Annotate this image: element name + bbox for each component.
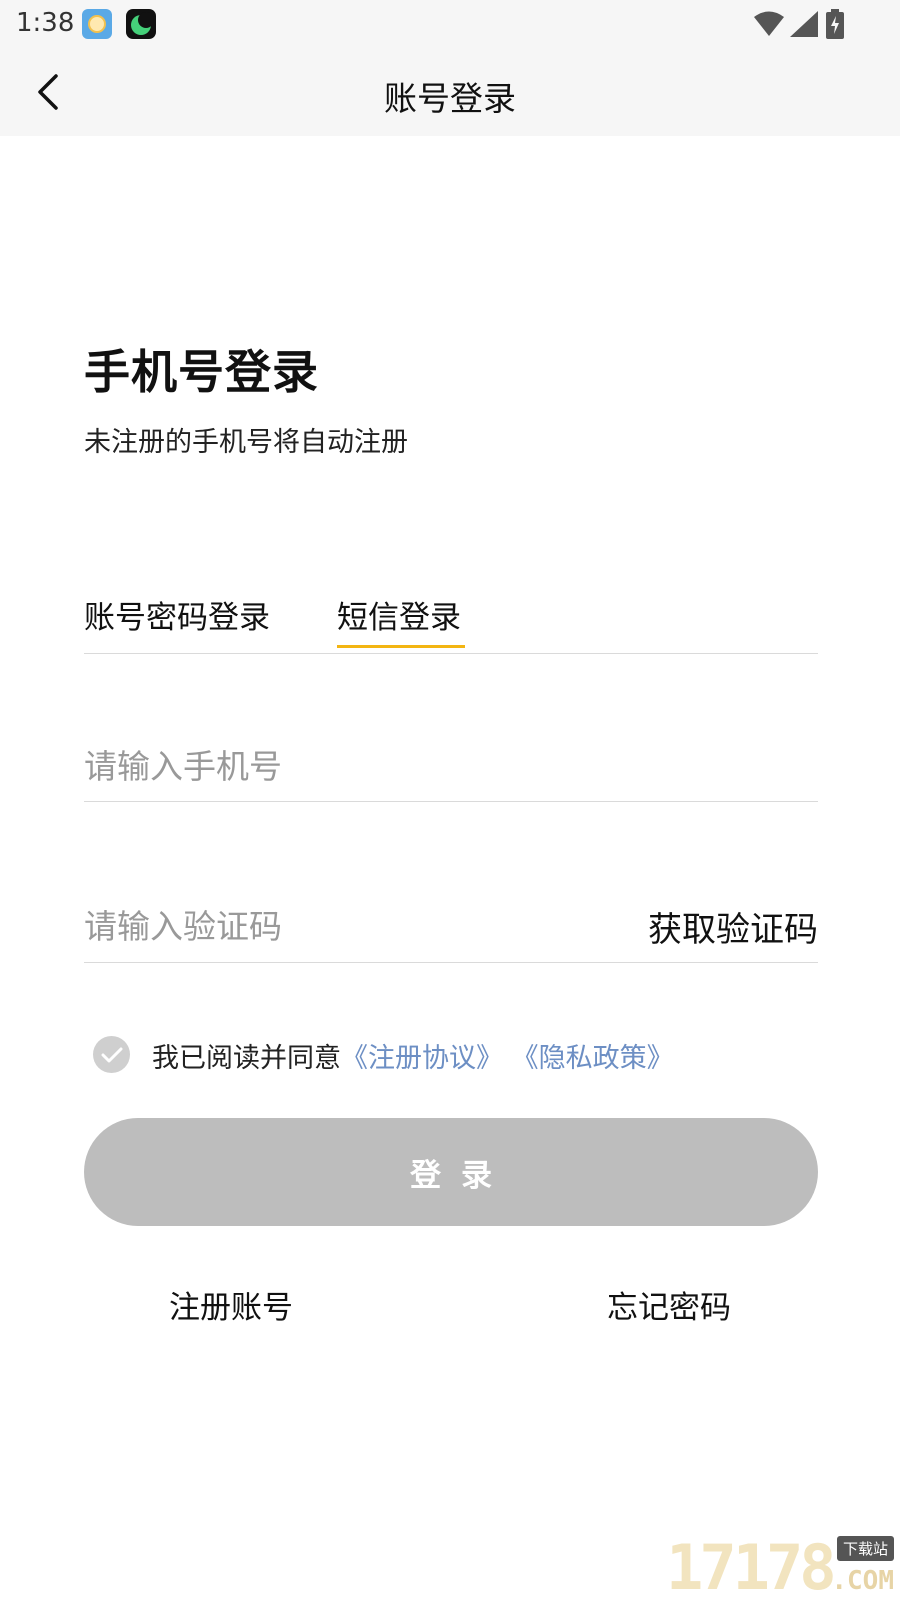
page-title: 账号登录: [384, 79, 516, 118]
signal-icon: [790, 11, 818, 37]
login-button[interactable]: 登录: [84, 1118, 818, 1226]
status-time: 1:38: [16, 8, 75, 38]
code-input-divider: [84, 962, 818, 963]
status-bar: 1:38: [0, 0, 900, 48]
privacy-policy-link[interactable]: 《隐私政策》: [512, 1043, 674, 1074]
wifi-icon: [754, 11, 784, 36]
tabs-divider: [84, 653, 818, 654]
watermark-suffix: .COM: [831, 1566, 894, 1596]
battery-charging-icon: [826, 9, 844, 39]
tab-password-login[interactable]: 账号密码登录: [84, 592, 270, 637]
login-heading: 手机号登录: [84, 345, 319, 399]
watermark-logo: 17178 下载站 .COM: [666, 1531, 898, 1600]
terms-link[interactable]: 《注册协议》: [341, 1043, 503, 1074]
notification-app-icon: [82, 9, 112, 39]
phone-number-input[interactable]: [84, 738, 818, 794]
watermark-badge: 下载站: [836, 1536, 894, 1561]
active-tab-indicator: [337, 645, 465, 648]
tab-sms-login[interactable]: 短信登录: [337, 592, 461, 637]
agreement-checkbox[interactable]: [93, 1036, 130, 1073]
agreement-label: 我已阅读并同意: [152, 1043, 341, 1074]
phone-input-divider: [84, 801, 818, 802]
top-navigation-bar: 账号登录: [0, 48, 900, 136]
register-account-link[interactable]: 注册账号: [169, 1282, 293, 1327]
login-subheading: 未注册的手机号将自动注册: [84, 427, 408, 458]
get-verification-code-button[interactable]: 获取验证码: [648, 902, 818, 951]
watermark-number: 17178: [666, 1531, 837, 1600]
agreement-statement: 我已阅读并同意《注册协议》 《隐私政策》: [152, 1036, 674, 1075]
sleep-app-icon: [126, 9, 156, 39]
check-icon: [101, 1047, 122, 1062]
verification-code-input[interactable]: [84, 898, 584, 954]
forgot-password-link[interactable]: 忘记密码: [607, 1282, 731, 1327]
